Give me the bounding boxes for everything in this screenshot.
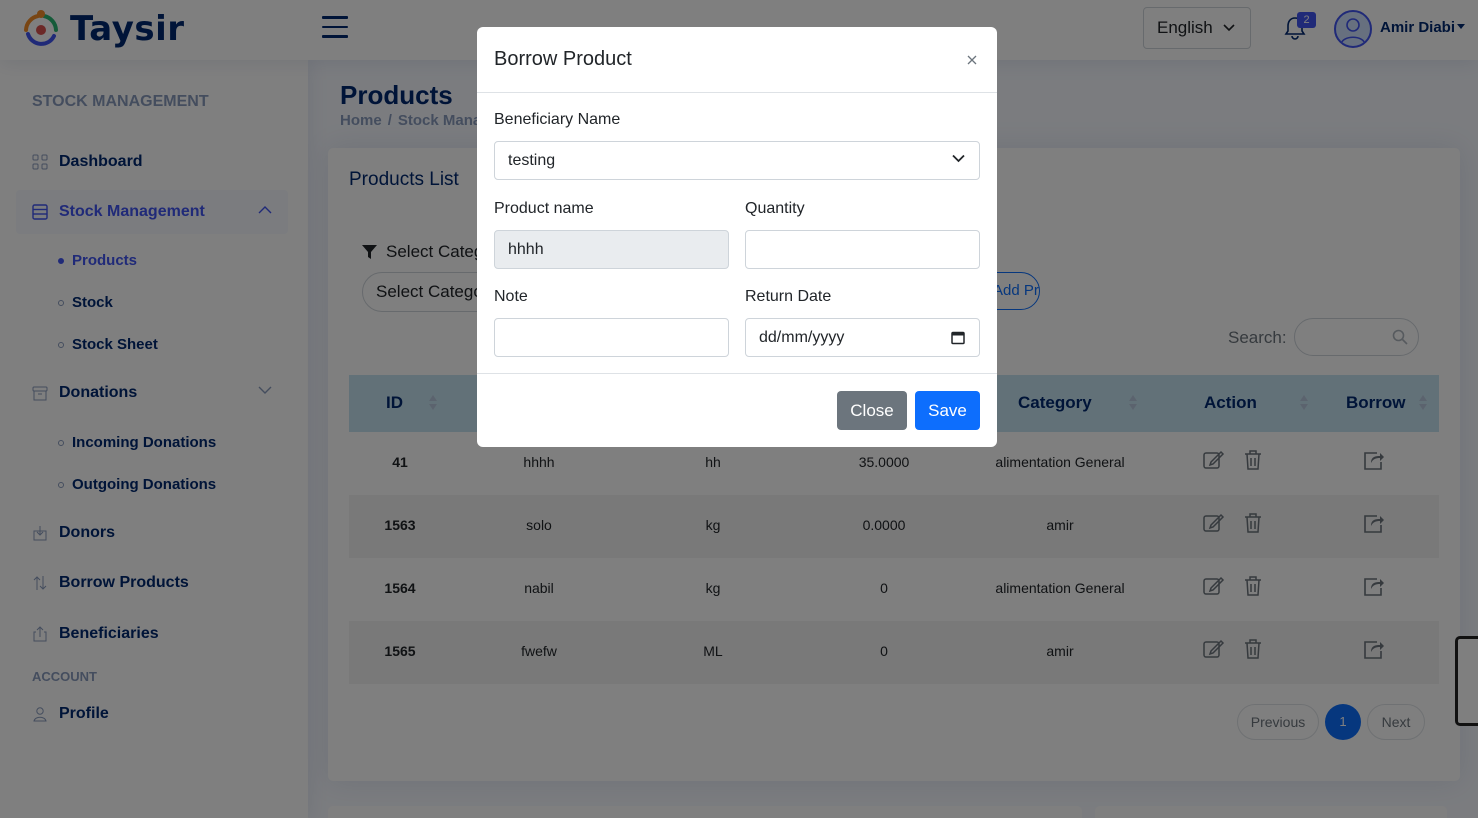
quantity-field[interactable] bbox=[745, 230, 980, 269]
beneficiary-select[interactable]: testing bbox=[494, 141, 980, 180]
close-button[interactable]: Close bbox=[837, 391, 907, 430]
calendar-icon[interactable] bbox=[951, 330, 965, 345]
beneficiary-value: testing bbox=[508, 152, 556, 169]
product-name-field: hhhh bbox=[494, 230, 729, 269]
product-name-label: Product name bbox=[494, 200, 594, 217]
modal-header-divider bbox=[477, 92, 997, 93]
chevron-down-icon bbox=[952, 154, 965, 163]
return-date-value: dd/mm/yyyy bbox=[759, 329, 845, 346]
modal-footer-divider bbox=[477, 373, 997, 374]
modal-title: Borrow Product bbox=[494, 48, 632, 70]
note-field[interactable] bbox=[494, 318, 729, 357]
beneficiary-label: Beneficiary Name bbox=[494, 111, 621, 128]
return-date-field[interactable]: dd/mm/yyyy bbox=[745, 318, 980, 357]
save-button[interactable]: Save bbox=[915, 391, 980, 430]
return-date-label: Return Date bbox=[745, 288, 832, 305]
quantity-label: Quantity bbox=[745, 200, 805, 217]
borrow-product-modal: Borrow Product Beneficiary Name testing … bbox=[477, 27, 997, 447]
close-icon[interactable] bbox=[964, 52, 980, 68]
note-label: Note bbox=[494, 288, 528, 305]
